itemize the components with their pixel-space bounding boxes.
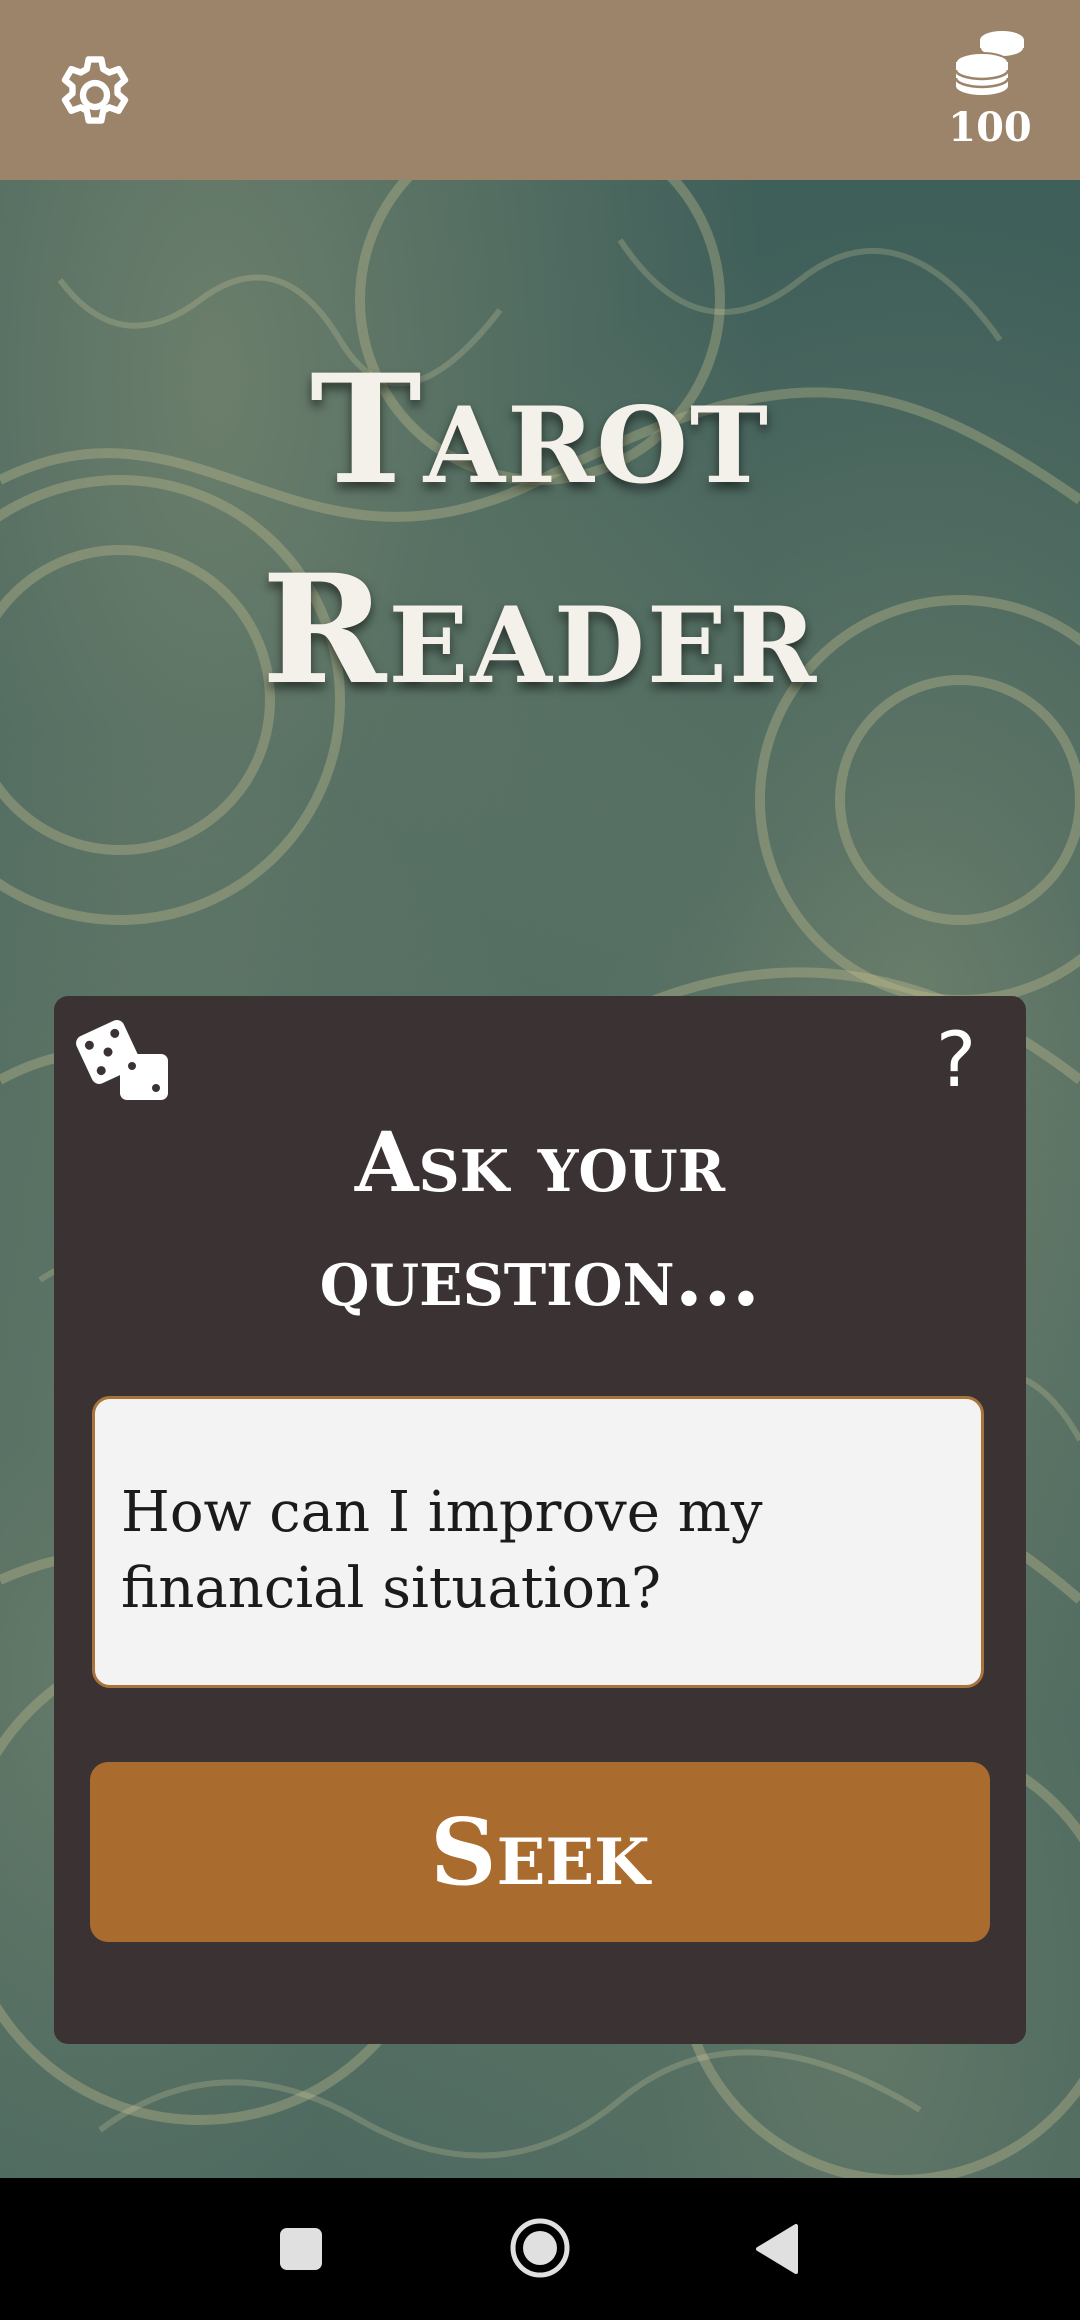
question-card: ? Ask your question... How can I improve… <box>54 996 1026 2044</box>
coin-balance[interactable]: 100 <box>940 26 1040 156</box>
gear-icon <box>61 56 129 124</box>
app-title: Tarot Reader <box>0 330 1080 730</box>
coin-count: 100 <box>948 104 1032 151</box>
question-input[interactable]: How can I improve my financial situation… <box>92 1396 984 1688</box>
help-button[interactable]: ? <box>926 1020 986 1100</box>
triangle-back-icon <box>756 2224 798 2274</box>
home-button[interactable] <box>508 2216 572 2280</box>
coin-stack-icon <box>954 31 1025 95</box>
system-nav-bar <box>0 2178 1080 2320</box>
settings-button[interactable] <box>50 50 140 140</box>
top-bar: 100 <box>0 0 1080 180</box>
dice-icon <box>76 1020 168 1100</box>
seek-button[interactable]: Seek <box>90 1762 990 1942</box>
circle-icon <box>510 2218 570 2278</box>
back-button[interactable] <box>754 2222 800 2276</box>
recent-apps-button[interactable] <box>278 2226 324 2272</box>
card-heading-line1: Ask your <box>354 1115 726 1211</box>
app-title-line1: Tarot <box>310 342 770 518</box>
square-icon <box>280 2228 322 2270</box>
random-question-button[interactable] <box>70 1020 174 1104</box>
screen: 100 Tarot Reader ? Ask your question... … <box>0 0 1080 2320</box>
card-heading: Ask your question... <box>54 1106 1026 1334</box>
card-heading-line2: question... <box>319 1229 761 1325</box>
app-title-line2: Reader <box>261 542 819 718</box>
